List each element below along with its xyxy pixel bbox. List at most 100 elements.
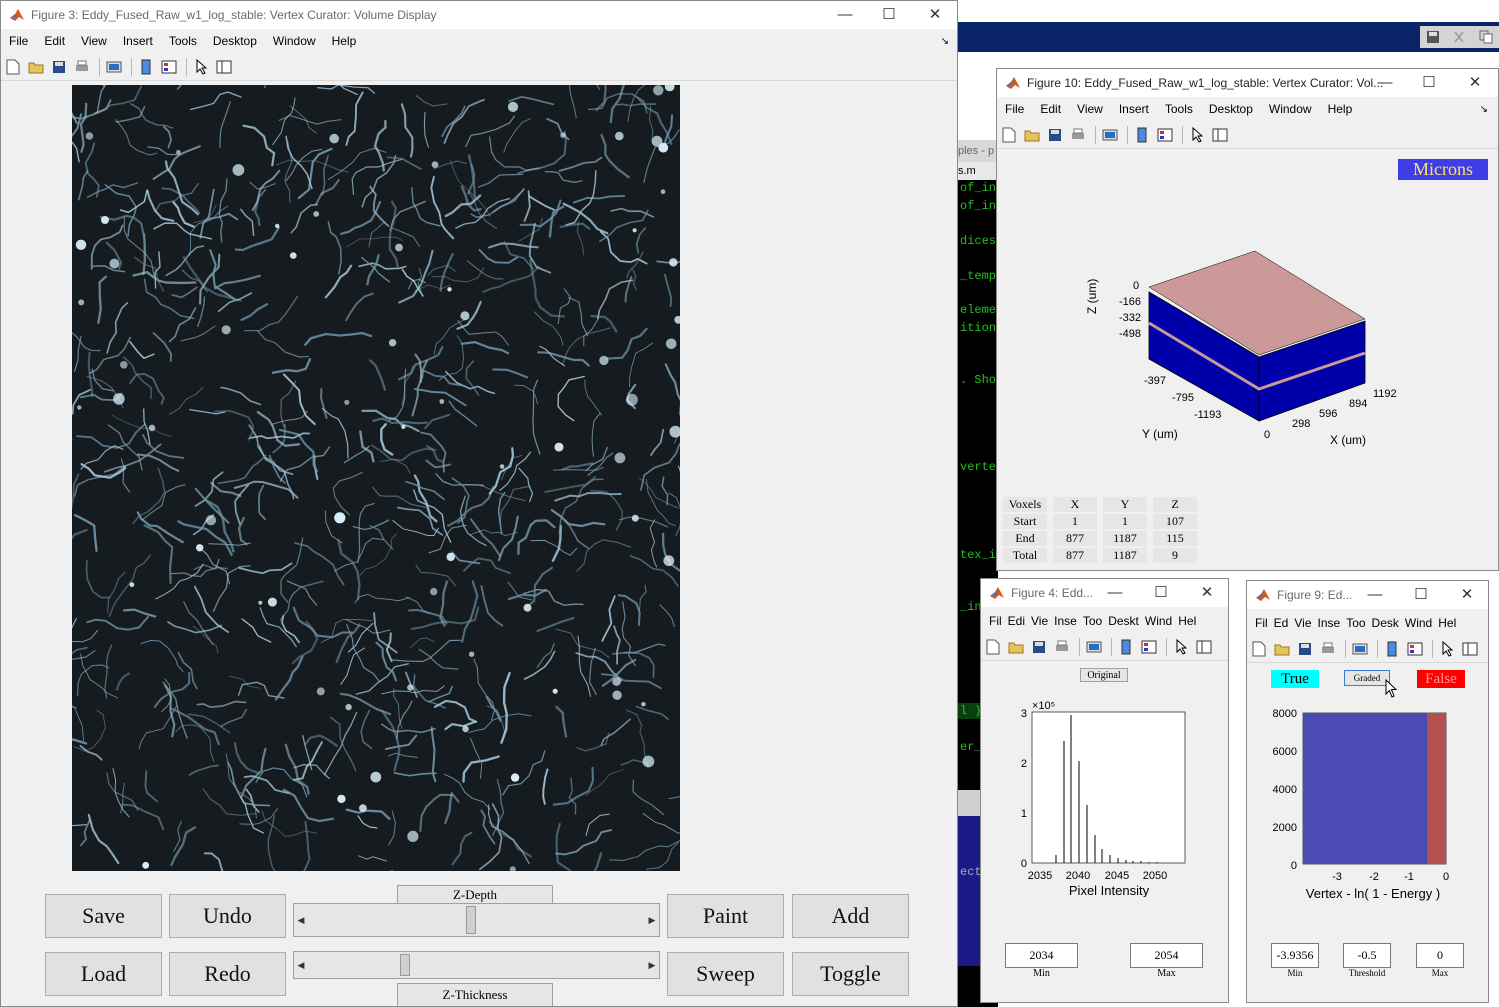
slider-right-arrow-icon[interactable]: ▶: [645, 952, 659, 978]
colorbar-icon[interactable]: [136, 57, 156, 77]
save-button[interactable]: Save: [45, 894, 162, 938]
minimize-icon[interactable]: —: [1363, 69, 1407, 97]
print-icon[interactable]: [1052, 637, 1072, 657]
z-depth-slider[interactable]: ◀ ▶: [293, 903, 660, 937]
save-icon[interactable]: [1426, 30, 1440, 44]
property-editor-icon[interactable]: [1194, 637, 1214, 657]
menu-insert[interactable]: Insert: [1111, 102, 1157, 116]
open-folder-icon[interactable]: [1022, 125, 1042, 145]
save-icon[interactable]: [1295, 639, 1315, 659]
editor-file-tab[interactable]: s.m: [958, 162, 998, 180]
open-folder-icon[interactable]: [26, 57, 46, 77]
close-icon[interactable]: ✕: [1445, 581, 1488, 609]
slider-right-arrow-icon[interactable]: ▶: [645, 904, 659, 936]
cut-icon[interactable]: [1452, 30, 1466, 44]
minimize-icon[interactable]: —: [1353, 581, 1397, 609]
menu-window[interactable]: Wind: [1402, 616, 1435, 630]
menu-view[interactable]: View: [1069, 102, 1111, 116]
pointer-icon[interactable]: [1187, 125, 1207, 145]
menu-edit[interactable]: Edit: [1032, 102, 1069, 116]
z-thickness-slider[interactable]: ◀ ▶: [293, 951, 660, 979]
menu-edit[interactable]: Edit: [36, 34, 73, 48]
menu-tools[interactable]: Tools: [161, 34, 205, 48]
pointer-icon[interactable]: [1437, 639, 1457, 659]
close-icon[interactable]: ✕: [913, 1, 957, 29]
menu-insert[interactable]: Inse: [1315, 616, 1344, 630]
link-plot-icon[interactable]: [1100, 125, 1120, 145]
copy-icon[interactable]: [1479, 30, 1493, 44]
menu-insert[interactable]: Inse: [1051, 614, 1080, 628]
menu-window[interactable]: Window: [1261, 102, 1320, 116]
close-icon[interactable]: ✕: [1185, 579, 1228, 607]
property-editor-icon[interactable]: [1210, 125, 1230, 145]
slider-thumb[interactable]: [465, 906, 476, 934]
legend-icon[interactable]: [1405, 639, 1425, 659]
load-button[interactable]: Load: [45, 952, 162, 996]
title-bar[interactable]: Figure 10: Eddy_Fused_Raw_w1_log_stable:…: [997, 69, 1498, 97]
toggle-button[interactable]: Toggle: [792, 952, 909, 996]
graded-button[interactable]: Graded: [1344, 670, 1390, 686]
menu-file[interactable]: File: [997, 102, 1032, 116]
minimize-icon[interactable]: —: [823, 1, 867, 29]
link-plot-icon[interactable]: [1084, 637, 1104, 657]
min-input[interactable]: 2034: [1005, 943, 1078, 968]
title-bar[interactable]: Figure 9: Ed... — ☐ ✕: [1247, 581, 1488, 609]
save-icon[interactable]: [49, 57, 69, 77]
print-icon[interactable]: [1318, 639, 1338, 659]
new-figure-icon[interactable]: [983, 637, 1003, 657]
dock-arrow-icon[interactable]: ↘: [933, 36, 957, 47]
close-icon[interactable]: ✕: [1453, 69, 1497, 97]
units-button[interactable]: Microns: [1398, 159, 1488, 180]
title-bar[interactable]: Figure 4: Edd... — ☐ ✕: [981, 579, 1228, 607]
max-input[interactable]: 2054: [1130, 943, 1203, 968]
menu-view[interactable]: View: [73, 34, 115, 48]
undo-button[interactable]: Undo: [169, 894, 286, 938]
menu-insert[interactable]: Insert: [115, 34, 161, 48]
menu-file[interactable]: Fil: [981, 614, 1005, 628]
print-icon[interactable]: [72, 57, 92, 77]
maximize-icon[interactable]: ☐: [1407, 69, 1451, 97]
menu-window[interactable]: Window: [265, 34, 324, 48]
menu-edit[interactable]: Edi: [1005, 614, 1028, 628]
print-icon[interactable]: [1068, 125, 1088, 145]
save-icon[interactable]: [1029, 637, 1049, 657]
menu-help[interactable]: Hel: [1175, 614, 1199, 628]
maximize-icon[interactable]: ☐: [867, 1, 911, 29]
menu-desktop[interactable]: Desk: [1369, 616, 1402, 630]
slider-left-arrow-icon[interactable]: ◀: [294, 952, 308, 978]
legend-icon[interactable]: [1155, 125, 1175, 145]
maximize-icon[interactable]: ☐: [1139, 579, 1183, 607]
redo-button[interactable]: Redo: [169, 952, 286, 996]
sweep-button[interactable]: Sweep: [667, 952, 784, 996]
pointer-icon[interactable]: [1171, 637, 1191, 657]
save-icon[interactable]: [1045, 125, 1065, 145]
property-editor-icon[interactable]: [1460, 639, 1480, 659]
volume-3d-plot[interactable]: [1087, 239, 1407, 449]
volume-image[interactable]: [72, 85, 680, 871]
title-bar[interactable]: Figure 3: Eddy_Fused_Raw_w1_log_stable: …: [1, 1, 957, 29]
slider-thumb[interactable]: [400, 954, 411, 976]
menu-file[interactable]: File: [1, 34, 36, 48]
menu-view[interactable]: Vie: [1028, 614, 1051, 628]
false-button[interactable]: False: [1417, 670, 1465, 688]
menu-tools[interactable]: Too: [1080, 614, 1105, 628]
paint-button[interactable]: Paint: [667, 894, 784, 938]
new-figure-icon[interactable]: [999, 125, 1019, 145]
new-figure-icon[interactable]: [1249, 639, 1269, 659]
menu-desktop[interactable]: Desktop: [205, 34, 265, 48]
maximize-icon[interactable]: ☐: [1399, 581, 1443, 609]
menu-view[interactable]: Vie: [1291, 616, 1314, 630]
add-button[interactable]: Add: [792, 894, 909, 938]
menu-file[interactable]: Fil: [1247, 616, 1271, 630]
colorbar-icon[interactable]: [1382, 639, 1402, 659]
max-input[interactable]: 0: [1416, 943, 1464, 968]
open-folder-icon[interactable]: [1006, 637, 1026, 657]
link-plot-icon[interactable]: [1350, 639, 1370, 659]
legend-icon[interactable]: [1139, 637, 1159, 657]
legend-icon[interactable]: [159, 57, 179, 77]
colorbar-icon[interactable]: [1132, 125, 1152, 145]
property-editor-icon[interactable]: [214, 57, 234, 77]
slider-left-arrow-icon[interactable]: ◀: [294, 904, 308, 936]
minimize-icon[interactable]: —: [1093, 579, 1137, 607]
menu-window[interactable]: Wind: [1142, 614, 1175, 628]
